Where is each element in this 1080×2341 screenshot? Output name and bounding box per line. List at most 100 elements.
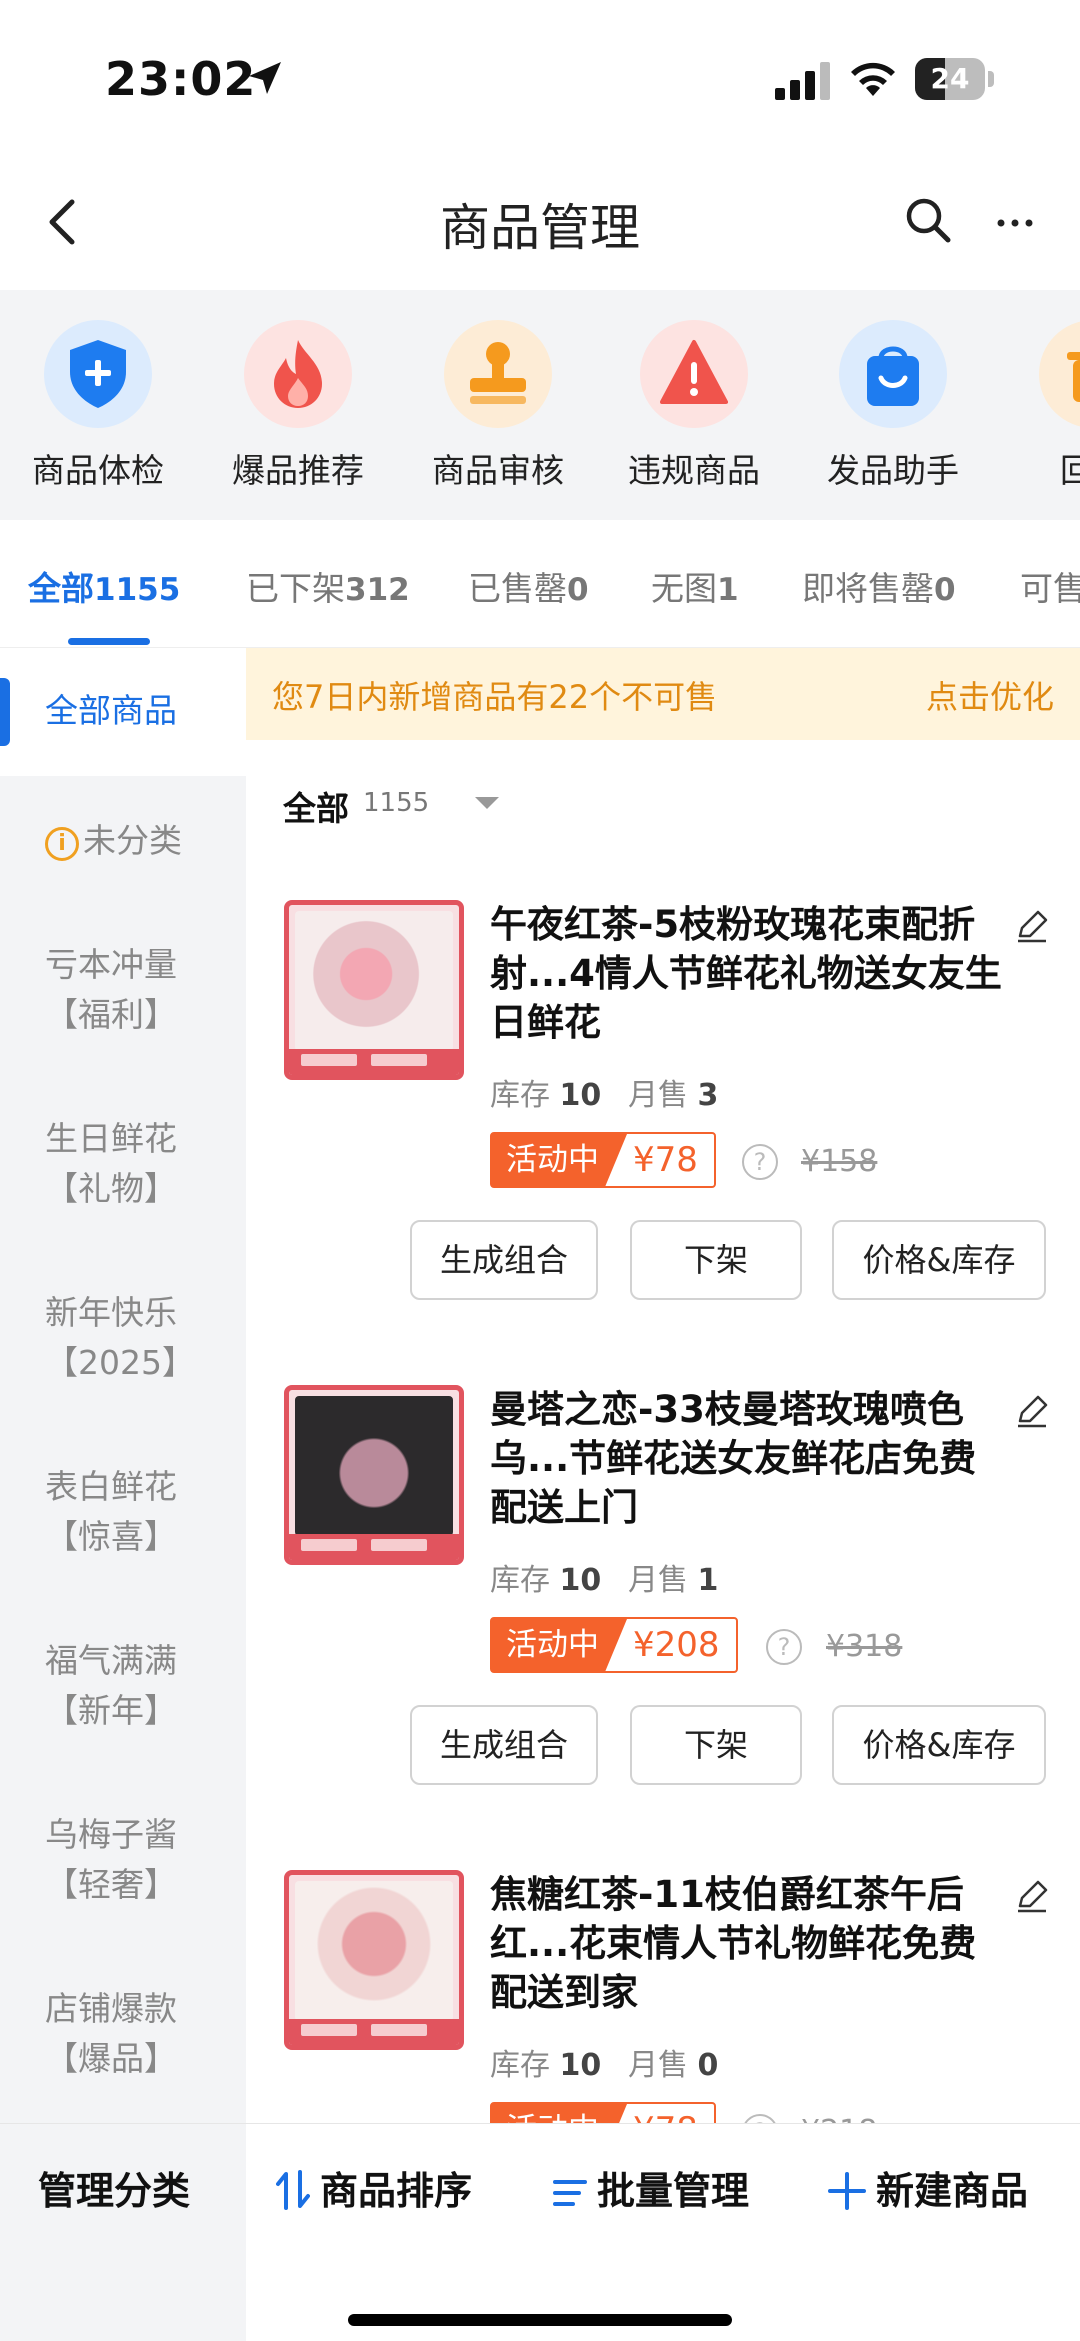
active-tab-indicator [68, 638, 150, 645]
tool-label: 发品助手 [827, 451, 959, 490]
status-tabs: 全部1155 已下架312 已售罄0 无图1 即将售罄0 可售 [0, 520, 1080, 648]
location-arrow-icon [249, 62, 281, 94]
product-image[interactable] [284, 1870, 464, 2050]
shopping-bag-icon [867, 346, 919, 406]
price-tag: 活动中 ¥78 [490, 2102, 716, 2123]
help-icon[interactable]: ? [742, 2114, 778, 2123]
category-item[interactable]: 亏本冲量【福利】 [45, 940, 235, 1040]
recycle-icon [1067, 352, 1080, 402]
product-stock: 库存 10 [490, 1563, 602, 1598]
category-all[interactable]: 全部商品 [45, 686, 235, 736]
product-card: 焦糖红茶-11枝伯爵红茶午后红...花束情人节礼物鲜花免费配送到家 库存 10 … [246, 1870, 1080, 2123]
tool-label: 商品审核 [432, 451, 564, 490]
tab-sold-out[interactable]: 已售罄0 [468, 562, 589, 610]
product-monthly-sales: 月售 3 [628, 1078, 719, 1113]
tools-row: 商品体检 爆品推荐 商品审核 违规商品 发品助手 回 [0, 290, 1080, 520]
notice-text: 您7日内新增商品有22个不可售 [272, 678, 718, 716]
notice-banner: 您7日内新增商品有22个不可售 点击优化 [246, 648, 1080, 740]
category-item[interactable]: 生日鲜花【礼物】 [45, 1114, 235, 1214]
product-image[interactable] [284, 900, 464, 1080]
category-item[interactable]: 福气满满【新年】 [45, 1636, 235, 1736]
category-item[interactable]: 店铺爆款【爆品】 [45, 1984, 235, 2084]
product-price: ¥78 [633, 1140, 698, 1180]
stamp-icon [470, 342, 526, 404]
product-stock: 库存 10 [490, 1078, 602, 1113]
tab-no-image[interactable]: 无图1 [651, 562, 739, 610]
product-card: 曼塔之恋-33枝曼塔玫瑰喷色乌...节鲜花送女友鲜花店免费配送上门 库存 10 … [246, 1385, 1080, 1805]
tool-label: 违规商品 [628, 451, 760, 490]
product-title[interactable]: 午夜红茶-5枝粉玫瑰花束配折射...4情人节鲜花礼物送女友生日鲜花 [490, 900, 1010, 1047]
nav-header: 商品管理 [0, 150, 1080, 290]
product-title[interactable]: 曼塔之恋-33枝曼塔玫瑰喷色乌...节鲜花送女友鲜花店免费配送上门 [490, 1385, 1010, 1532]
flame-icon [274, 340, 322, 408]
wifi-icon [851, 62, 895, 96]
caret-down-icon[interactable] [473, 795, 501, 811]
price-tag: 活动中 ¥78 [490, 1132, 716, 1188]
search-icon[interactable] [903, 195, 953, 245]
tool-label: 商品体检 [32, 451, 164, 490]
original-price: ¥158 [801, 1144, 878, 1179]
tab-all[interactable]: 全部1155 [28, 562, 180, 610]
battery-level: 24 [930, 62, 970, 95]
original-price: ¥218 [801, 2114, 877, 2123]
new-product-button[interactable]: 新建商品 [828, 2160, 1028, 2215]
optimize-link[interactable]: 点击优化 [926, 672, 1054, 718]
filter-dropdown-label[interactable]: 全部 [283, 782, 349, 830]
tool-recycle[interactable]: 回收 [1003, 320, 1080, 500]
activity-badge: 活动中 [492, 2104, 627, 2123]
product-price: ¥208 [633, 1625, 720, 1665]
edit-pencil-icon[interactable] [1014, 1878, 1050, 1914]
bottom-action-bar: 管理分类 商品排序 批量管理 新建商品 [0, 2123, 1080, 2341]
product-monthly-sales: 月售 0 [628, 2048, 719, 2083]
tool-label: 回收 [1060, 451, 1080, 490]
tab-delisted[interactable]: 已下架312 [246, 562, 410, 610]
edit-pencil-icon[interactable] [1014, 908, 1050, 944]
tool-product-review[interactable]: 商品审核 [408, 320, 588, 500]
battery-indicator: 24 [915, 58, 995, 100]
warning-icon [660, 340, 728, 404]
product-monthly-sales: 月售 1 [628, 1563, 719, 1598]
status-bar: 23:02 24 [0, 0, 1080, 150]
home-indicator [348, 2314, 732, 2326]
shield-plus-icon [70, 340, 126, 408]
tool-violations[interactable]: 违规商品 [604, 320, 784, 500]
generate-combo-button[interactable]: 生成组合 [410, 1220, 598, 1300]
category-item[interactable]: 表白鲜花【惊喜】 [45, 1462, 235, 1562]
tool-label: 爆品推荐 [232, 451, 364, 490]
category-item[interactable]: 乌梅子酱【轻奢】 [45, 1810, 235, 1910]
price-stock-button[interactable]: 价格&库存 [832, 1220, 1046, 1300]
info-icon: i [45, 827, 79, 861]
product-card: 午夜红茶-5枝粉玫瑰花束配折射...4情人节鲜花礼物送女友生日鲜花 库存 10 … [246, 900, 1080, 1320]
more-options-icon[interactable] [995, 208, 1035, 238]
generate-combo-button[interactable]: 生成组合 [410, 1705, 598, 1785]
help-icon[interactable]: ? [766, 1629, 802, 1665]
activity-badge: 活动中 [492, 1619, 627, 1671]
product-image[interactable] [284, 1385, 464, 1565]
sort-icon [276, 2170, 310, 2210]
help-icon[interactable]: ? [742, 1144, 778, 1180]
product-stock: 库存 10 [490, 2048, 602, 2083]
price-stock-button[interactable]: 价格&库存 [832, 1705, 1046, 1785]
tab-almost-sold-out[interactable]: 即将售罄0 [802, 562, 956, 610]
tool-hot-recommend[interactable]: 爆品推荐 [208, 320, 388, 500]
price-tag: 活动中 ¥208 [490, 1617, 738, 1673]
activity-badge: 活动中 [492, 1134, 627, 1186]
batch-manage-button[interactable]: 批量管理 [553, 2160, 749, 2215]
sort-products-button[interactable]: 商品排序 [276, 2160, 472, 2215]
tool-product-checkup[interactable]: 商品体检 [8, 320, 188, 500]
delist-button[interactable]: 下架 [630, 1220, 802, 1300]
cellular-signal-icon [775, 62, 830, 100]
list-icon [553, 2180, 587, 2206]
tool-listing-assistant[interactable]: 发品助手 [803, 320, 983, 500]
tab-sellable[interactable]: 可售 [1020, 562, 1080, 610]
filter-count: 1155 [363, 788, 430, 818]
product-title[interactable]: 焦糖红茶-11枝伯爵红茶午后红...花束情人节礼物鲜花免费配送到家 [490, 1870, 1010, 2017]
active-category-indicator [0, 678, 10, 746]
category-uncategorized[interactable]: i 未分类 [45, 816, 235, 866]
manage-category-button[interactable]: 管理分类 [38, 2160, 190, 2215]
original-price: ¥318 [826, 1629, 903, 1664]
edit-pencil-icon[interactable] [1014, 1393, 1050, 1429]
category-item[interactable]: 新年快乐【2025】 [45, 1288, 235, 1388]
product-price: ¥78 [627, 2110, 714, 2123]
delist-button[interactable]: 下架 [630, 1705, 802, 1785]
